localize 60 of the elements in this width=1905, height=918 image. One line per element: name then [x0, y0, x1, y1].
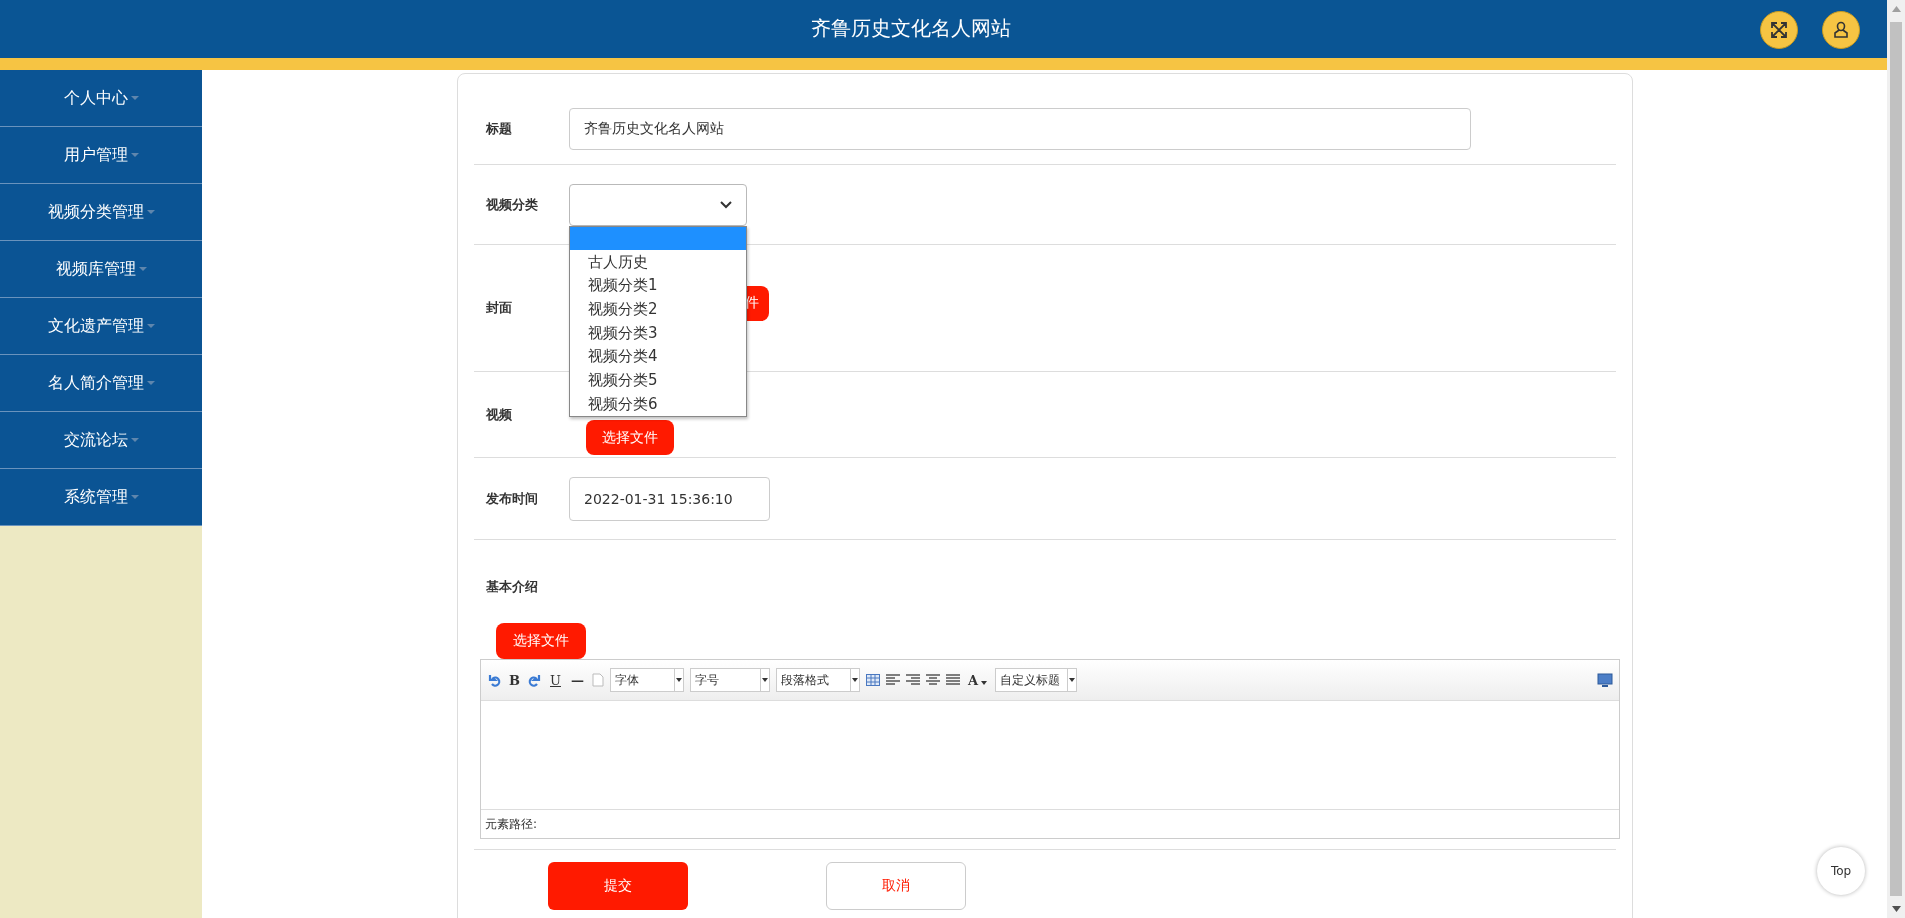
scrollbar-thumb[interactable]: [1890, 22, 1902, 896]
field-label: 视频分类: [486, 195, 539, 214]
sidebar-item[interactable]: 用户管理: [0, 127, 202, 184]
caret-icon: [146, 324, 155, 328]
sidebar-item[interactable]: 视频库管理: [0, 241, 202, 298]
sidebar-item[interactable]: 系统管理: [0, 469, 202, 526]
caret-icon: [130, 96, 139, 100]
element-path-bar: 元素路径:: [481, 809, 1619, 838]
sidebar-item[interactable]: 文化遗产管理: [0, 298, 202, 355]
toolbar-dropdown[interactable]: 自定义标题: [995, 668, 1078, 692]
submit-button[interactable]: 提交: [548, 862, 688, 910]
dropdown-option[interactable]: 视频分类1: [570, 273, 746, 298]
caret-icon: [130, 438, 139, 442]
date-field[interactable]: 2022-01-31 15:36:10: [569, 476, 770, 521]
dropdown-option[interactable]: [570, 226, 746, 251]
sidebar-item[interactable]: 交流论坛: [0, 412, 202, 469]
toolbar-dropdown[interactable]: 字体: [609, 668, 684, 692]
dropdown-option[interactable]: 视频分类5: [570, 368, 746, 393]
caret-icon: [130, 495, 139, 499]
underline-button[interactable]: U: [548, 672, 563, 688]
redo-icon[interactable]: [528, 673, 542, 687]
field-label: 基本介绍: [486, 579, 538, 594]
field-label: 标题: [486, 120, 513, 138]
sidebar-item[interactable]: 个人中心: [0, 70, 202, 127]
align-right-icon[interactable]: [905, 674, 920, 686]
category-select[interactable]: [569, 183, 747, 226]
field-label: 发布时间: [486, 489, 539, 508]
dropdown-option[interactable]: 视频分类4: [570, 344, 746, 369]
align-justify-icon[interactable]: [945, 674, 960, 686]
field-label: 封面: [486, 299, 513, 317]
sidebar-item[interactable]: 名人简介管理: [0, 355, 202, 412]
dropdown-option[interactable]: 古人历史: [570, 250, 746, 274]
sidebar-item[interactable]: 视频分类管理: [0, 184, 202, 241]
align-center-icon[interactable]: [925, 674, 940, 686]
caret-icon: [146, 210, 155, 214]
user-icon[interactable]: [1822, 11, 1860, 49]
caret-icon: [130, 153, 139, 157]
chevron-icon: [720, 200, 732, 209]
toolbar-button[interactable]: —: [568, 672, 586, 688]
dropdown-option[interactable]: 视频分类3: [570, 321, 746, 345]
site-title: 齐鲁历史文化名人网站: [811, 15, 1011, 42]
caret-icon: [146, 381, 155, 385]
table-icon[interactable]: [865, 674, 880, 686]
choose-file-button[interactable]: 选择文件: [496, 623, 586, 659]
toolbar-button[interactable]: B: [507, 672, 522, 688]
toolbar-dropdown[interactable]: 段落格式: [775, 668, 860, 692]
dropdown-option[interactable]: 视频分类2: [570, 297, 746, 322]
toolbar-dropdown[interactable]: 字号: [689, 668, 770, 692]
fullscreen-icon[interactable]: [1760, 11, 1798, 49]
title-field[interactable]: 齐鲁历史文化名人网站: [569, 108, 1471, 150]
back-to-top-button[interactable]: Top: [1830, 864, 1852, 878]
field-label: 视频: [486, 406, 513, 424]
caret-icon: [138, 267, 147, 271]
monitor-icon[interactable]: [1597, 673, 1613, 687]
align-left-icon[interactable]: [885, 674, 900, 686]
dropdown-option[interactable]: 视频分类6: [570, 392, 746, 416]
font-color-button[interactable]: A: [965, 672, 990, 688]
cancel-button[interactable]: 取消: [826, 862, 966, 910]
undo-icon[interactable]: [487, 673, 501, 687]
choose-file-button[interactable]: 选择文件: [586, 420, 674, 455]
